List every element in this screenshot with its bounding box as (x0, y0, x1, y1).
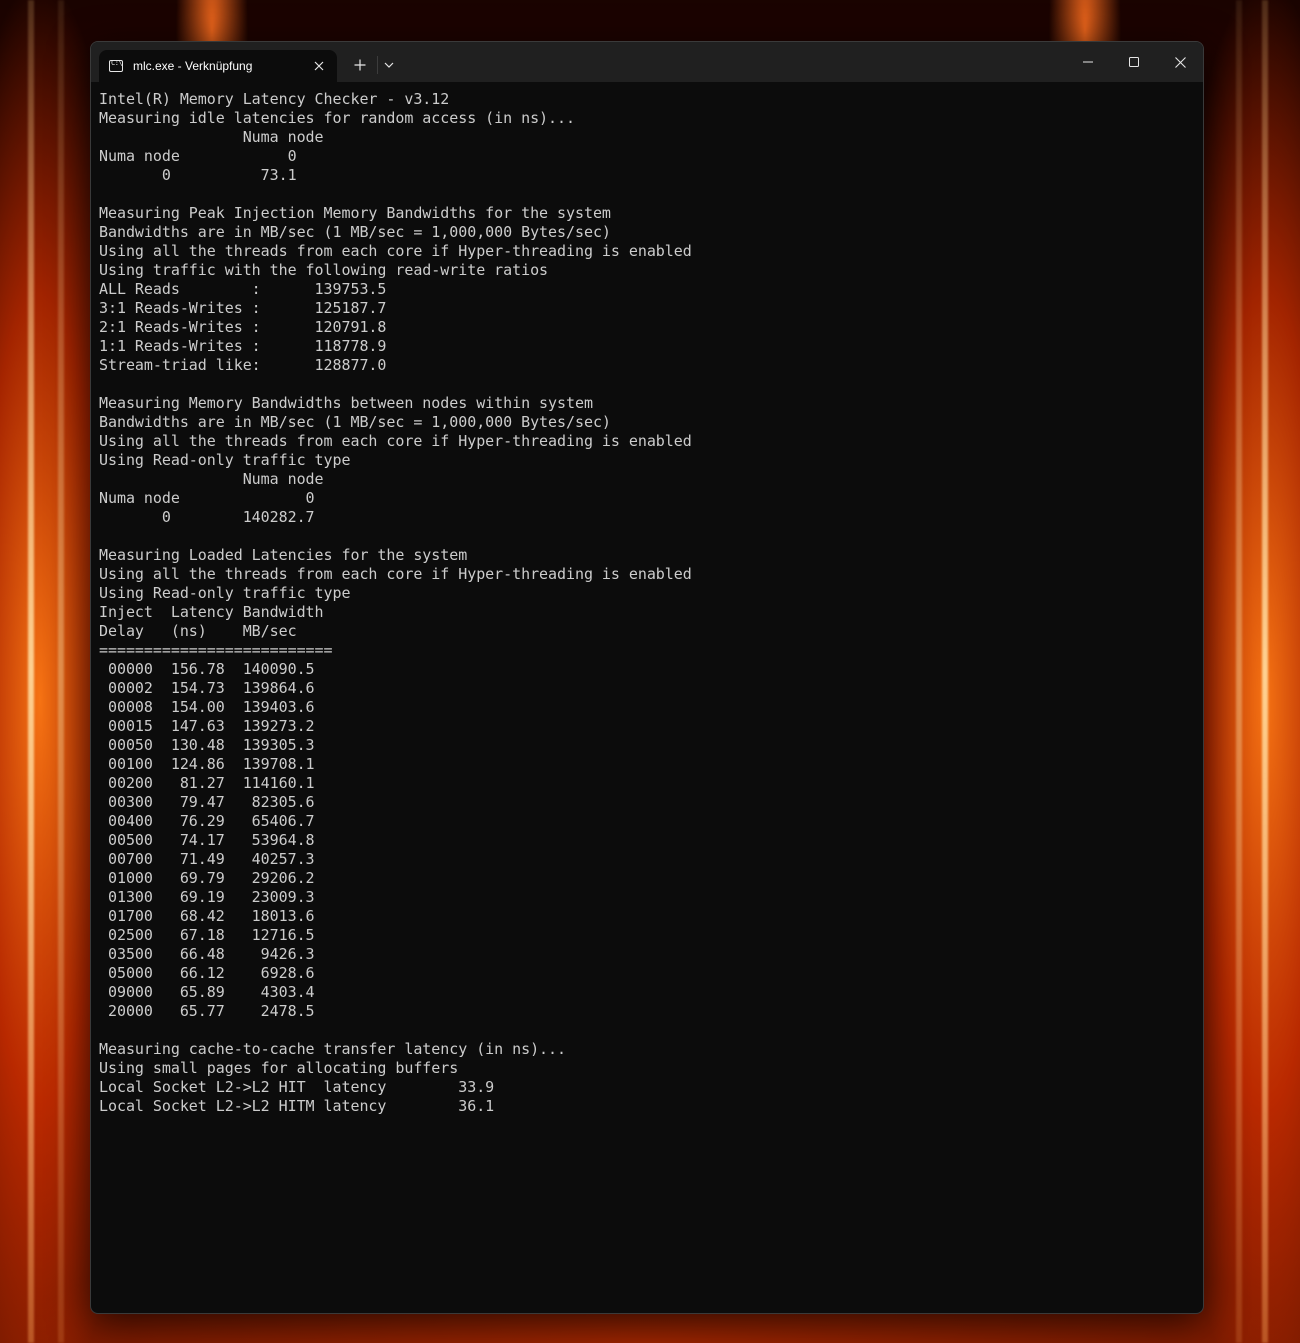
terminal-line: ALL Reads : 139753.5 (99, 280, 387, 298)
tab-dropdown-button[interactable] (375, 52, 403, 78)
terminal-line: 20000 65.77 2478.5 (99, 1002, 315, 1020)
terminal-line: 3:1 Reads-Writes : 125187.7 (99, 299, 387, 317)
terminal-line: Measuring Peak Injection Memory Bandwidt… (99, 204, 611, 222)
terminal-line: 01700 68.42 18013.6 (99, 907, 315, 925)
terminal-line: Measuring idle latencies for random acce… (99, 109, 575, 127)
terminal-window: C:\ mlc.exe - Verknüpfung Intel(R) Memor… (90, 41, 1204, 1314)
terminal-line: Stream-triad like: 128877.0 (99, 356, 387, 374)
terminal-line: 00500 74.17 53964.8 (99, 831, 315, 849)
title-bar[interactable]: C:\ mlc.exe - Verknüpfung (91, 42, 1203, 82)
terminal-output[interactable]: Intel(R) Memory Latency Checker - v3.12 … (99, 90, 1195, 1313)
terminal-line: Numa node 0 (99, 147, 297, 165)
terminal-line: 00050 130.48 139305.3 (99, 736, 315, 754)
terminal-line: 05000 66.12 6928.6 (99, 964, 315, 982)
terminal-line: Measuring cache-to-cache transfer latenc… (99, 1040, 567, 1058)
terminal-line: Local Socket L2->L2 HIT latency 33.9 (99, 1078, 495, 1096)
chevron-down-icon (384, 62, 394, 68)
terminal-line: Numa node (99, 128, 324, 146)
terminal-line: 2:1 Reads-Writes : 120791.8 (99, 318, 387, 336)
terminal-line: 01300 69.19 23009.3 (99, 888, 315, 906)
wallpaper-light-beam-right (1262, 0, 1268, 1343)
terminal-line: Using all the threads from each core if … (99, 565, 692, 583)
terminal-line: Measuring Memory Bandwidths between node… (99, 394, 593, 412)
terminal-line: Using traffic with the following read-wr… (99, 261, 549, 279)
new-tab-button[interactable] (346, 52, 374, 78)
tab-title: mlc.exe - Verknüpfung (133, 59, 253, 73)
terminal-line: 00700 71.49 40257.3 (99, 850, 315, 868)
wallpaper-light-beam-left (28, 0, 34, 1343)
terminal-line: 00008 154.00 139403.6 (99, 698, 315, 716)
terminal-line: 00000 156.78 140090.5 (99, 660, 315, 678)
terminal-line: 03500 66.48 9426.3 (99, 945, 315, 963)
terminal-line: Using all the threads from each core if … (99, 242, 692, 260)
terminal-line: Inject Latency Bandwidth (99, 603, 324, 621)
terminal-line: 1:1 Reads-Writes : 118778.9 (99, 337, 387, 355)
terminal-line: 00015 147.63 139273.2 (99, 717, 315, 735)
terminal-line: 00200 81.27 114160.1 (99, 774, 315, 792)
plus-icon (354, 59, 366, 71)
terminal-line: Numa node 0 (99, 489, 315, 507)
tab-mlc[interactable]: C:\ mlc.exe - Verknüpfung (99, 50, 337, 82)
tab-close-button[interactable] (305, 54, 333, 78)
close-icon (1174, 56, 1186, 68)
terminal-line: Using Read-only traffic type (99, 451, 351, 469)
terminal-line: ========================== (99, 641, 333, 659)
terminal-line: Bandwidths are in MB/sec (1 MB/sec = 1,0… (99, 223, 611, 241)
terminal-line: 00002 154.73 139864.6 (99, 679, 315, 697)
terminal-line: 00300 79.47 82305.6 (99, 793, 315, 811)
terminal-line: Local Socket L2->L2 HITM latency 36.1 (99, 1097, 495, 1115)
minimize-icon (1083, 61, 1093, 63)
terminal-line: 0 140282.7 (99, 508, 315, 526)
terminal-line: 01000 69.79 29206.2 (99, 869, 315, 887)
terminal-line: 09000 65.89 4303.4 (99, 983, 315, 1001)
wallpaper-light-beam-left-inner (58, 0, 64, 1343)
terminal-icon: C:\ (109, 59, 123, 72)
close-icon (314, 61, 324, 71)
terminal-line: Using all the threads from each core if … (99, 432, 692, 450)
maximize-icon (1129, 57, 1139, 67)
terminal-line: Using Read-only traffic type (99, 584, 351, 602)
terminal-text: Intel(R) Memory Latency Checker - v3.12 … (99, 90, 1195, 1116)
terminal-line: 00400 76.29 65406.7 (99, 812, 315, 830)
terminal-line: Delay (ns) MB/sec (99, 622, 297, 640)
maximize-button[interactable] (1111, 42, 1157, 82)
terminal-line: Measuring Loaded Latencies for the syste… (99, 546, 468, 564)
terminal-line: Using small pages for allocating buffers (99, 1059, 459, 1077)
terminal-line: Intel(R) Memory Latency Checker - v3.12 (99, 90, 450, 108)
terminal-line: Bandwidths are in MB/sec (1 MB/sec = 1,0… (99, 413, 611, 431)
terminal-line: 02500 67.18 12716.5 (99, 926, 315, 944)
close-window-button[interactable] (1157, 42, 1203, 82)
wallpaper-light-beam-right-inner (1236, 0, 1242, 1343)
minimize-button[interactable] (1065, 42, 1111, 82)
terminal-line: 00100 124.86 139708.1 (99, 755, 315, 773)
terminal-line: Numa node (99, 470, 324, 488)
terminal-line: 0 73.1 (99, 166, 297, 184)
